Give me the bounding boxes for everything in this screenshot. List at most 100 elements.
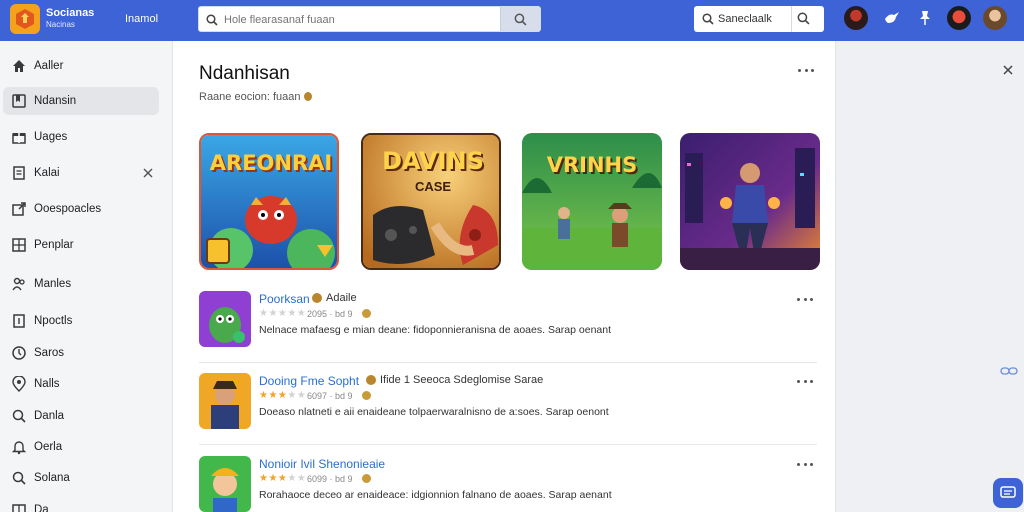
app-description: Rorahaoce deceo ar enaideace: idgionnion… (259, 489, 612, 501)
sidebar-item-label: Da (34, 504, 49, 512)
avatar[interactable] (983, 6, 1007, 30)
coin-icon (303, 92, 312, 101)
book-icon (12, 504, 26, 512)
featured-game-2[interactable]: DAVINS CASE (361, 133, 501, 270)
app-thumbnail (199, 291, 251, 347)
home-icon (13, 60, 25, 72)
app-meta: Adaile (326, 292, 357, 304)
sidebar-item-label: Ndansin (34, 95, 77, 107)
sidebar-item-label: Oerla (34, 441, 63, 453)
sidebar-item-kalai[interactable]: Kalai (3, 159, 159, 187)
app-description: Nelnace mafaesg e mian deane: fidoponnie… (259, 324, 612, 336)
sidebar-item-label: Nalls (34, 378, 60, 390)
bookmark-icon (12, 94, 26, 108)
coin-icon (362, 474, 371, 483)
sidebar-item-label: Solana (34, 472, 70, 484)
search-icon (702, 12, 714, 30)
sidebar-item-label: Penplar (34, 239, 74, 251)
featured-game-1-title: AREONRAI (209, 151, 333, 175)
sidebar-item-manles[interactable]: Manles (3, 270, 159, 298)
more-options-icon[interactable] (797, 376, 813, 386)
featured-game-2-title: DAVINS (382, 147, 484, 175)
clock-icon (12, 346, 26, 360)
sidebar-item-uages[interactable]: Uages (3, 123, 159, 151)
app-title[interactable]: Dooing Fme Sopht (259, 374, 359, 388)
sidebar-item-penplar[interactable]: Penplar (3, 231, 159, 259)
sidebar-item-label: Uages (34, 131, 68, 143)
list-item[interactable]: Poorksan Adaile ★★★★★ 2095 · bd 9 Nelnac… (199, 291, 817, 363)
avatar[interactable] (947, 6, 971, 30)
badge-icon (366, 375, 376, 385)
badge-icon (312, 293, 322, 303)
app-title[interactable]: Nonioir Ivil Shenonieaie (259, 457, 385, 471)
secondary-search-button-icon[interactable] (797, 12, 810, 30)
link-icon[interactable] (1000, 366, 1018, 376)
featured-game-3-title: VRINHS (546, 153, 638, 177)
sidebar-item-da[interactable]: Da (3, 496, 159, 512)
sidebar-item-label: Ooespoacles (34, 203, 102, 215)
featured-game-1[interactable]: AREONRAI (199, 133, 339, 270)
search-box (198, 6, 541, 32)
divider (199, 362, 817, 363)
people-icon (12, 277, 25, 291)
app-title[interactable]: Poorksan (259, 292, 310, 306)
featured-game-4-art (680, 133, 820, 270)
page-title: Ndanhisan (199, 63, 290, 84)
list-item[interactable]: Nonioir Ivil Shenonieaie ★★★★★ 6099 · bd… (199, 456, 817, 512)
grid-icon (12, 238, 26, 252)
search-icon (206, 13, 218, 31)
nav-link[interactable]: Inamol (125, 13, 158, 25)
chat-button[interactable] (993, 478, 1023, 508)
sidebar-item-saros[interactable]: Saros (3, 339, 159, 367)
main-content: Ndanhisan Raane eocion: fuaan AREONRAI D… (172, 41, 836, 512)
rating-stars-icon: ★★★★★ (259, 308, 307, 319)
brand-name[interactable]: Socianas Nacinas (46, 8, 100, 30)
search-input[interactable] (224, 11, 494, 28)
location-icon (12, 376, 26, 392)
rating-meta: 6099 · bd 9 (307, 474, 353, 484)
coin-icon (362, 391, 371, 400)
close-icon[interactable] (1001, 63, 1015, 77)
secondary-search[interactable]: Saneclaalk (694, 6, 824, 32)
app-thumbnail (199, 373, 251, 429)
sidebar-item-ooespoacles[interactable]: Ooespoacles (3, 195, 159, 223)
pin-icon[interactable] (916, 9, 934, 27)
app-description: Doeaso nlatneti e aii enaideane tolpaerw… (259, 406, 609, 418)
bird-icon[interactable] (883, 9, 901, 27)
sidebar-item-oerla[interactable]: Oerla (3, 433, 159, 461)
more-options-icon[interactable] (797, 459, 813, 469)
avatar[interactable] (844, 6, 868, 30)
note-icon (13, 166, 25, 180)
sidebar-item-danla[interactable]: Danla (3, 402, 159, 430)
more-options-icon[interactable] (797, 294, 813, 304)
sidebar-item-label: Npoctls (34, 315, 73, 327)
chat-icon (1000, 486, 1016, 498)
sidebar-item-ndansin[interactable]: Ndansin (3, 87, 159, 115)
sidebar-item-label: Manles (34, 278, 72, 290)
app-thumbnail (199, 456, 251, 512)
app-logo-icon[interactable] (10, 4, 40, 34)
sidebar-item-home[interactable]: Aaller (3, 52, 159, 80)
share-icon (12, 202, 26, 216)
sidebar-item-npoctls[interactable]: Npoctls (3, 307, 159, 335)
sidebar-item-solana[interactable]: Solana (3, 464, 159, 492)
search-icon (12, 409, 26, 423)
sidebar-item-label: Aaller (34, 60, 64, 72)
more-options-icon[interactable] (798, 65, 814, 75)
gift-icon (12, 133, 26, 144)
rating-meta: 2095 · bd 9 (307, 309, 353, 319)
list-item[interactable]: Dooing Fme Sopht Ifide 1 Seeoca Sdeglomi… (199, 373, 817, 445)
rating-stars-icon: ★★★★★ (259, 390, 307, 401)
close-icon[interactable] (140, 165, 156, 181)
search-button[interactable] (500, 7, 540, 31)
sidebar-item-nalls[interactable]: Nalls (3, 370, 159, 398)
sidebar: Aaller Ndansin Uages Kalai Ooespoacles P… (0, 41, 172, 512)
search-button-icon (514, 13, 527, 25)
featured-game-3[interactable]: VRINHS (522, 133, 662, 270)
secondary-search-label: Saneclaalk (718, 13, 772, 25)
divider (791, 6, 792, 32)
top-bar: Socianas Nacinas Inamol Saneclaalk (0, 0, 1024, 41)
app-meta: Ifide 1 Seeoca Sdeglomise Sarae (380, 374, 544, 386)
featured-game-4[interactable] (680, 133, 820, 270)
rating-meta: 6097 · bd 9 (307, 391, 353, 401)
